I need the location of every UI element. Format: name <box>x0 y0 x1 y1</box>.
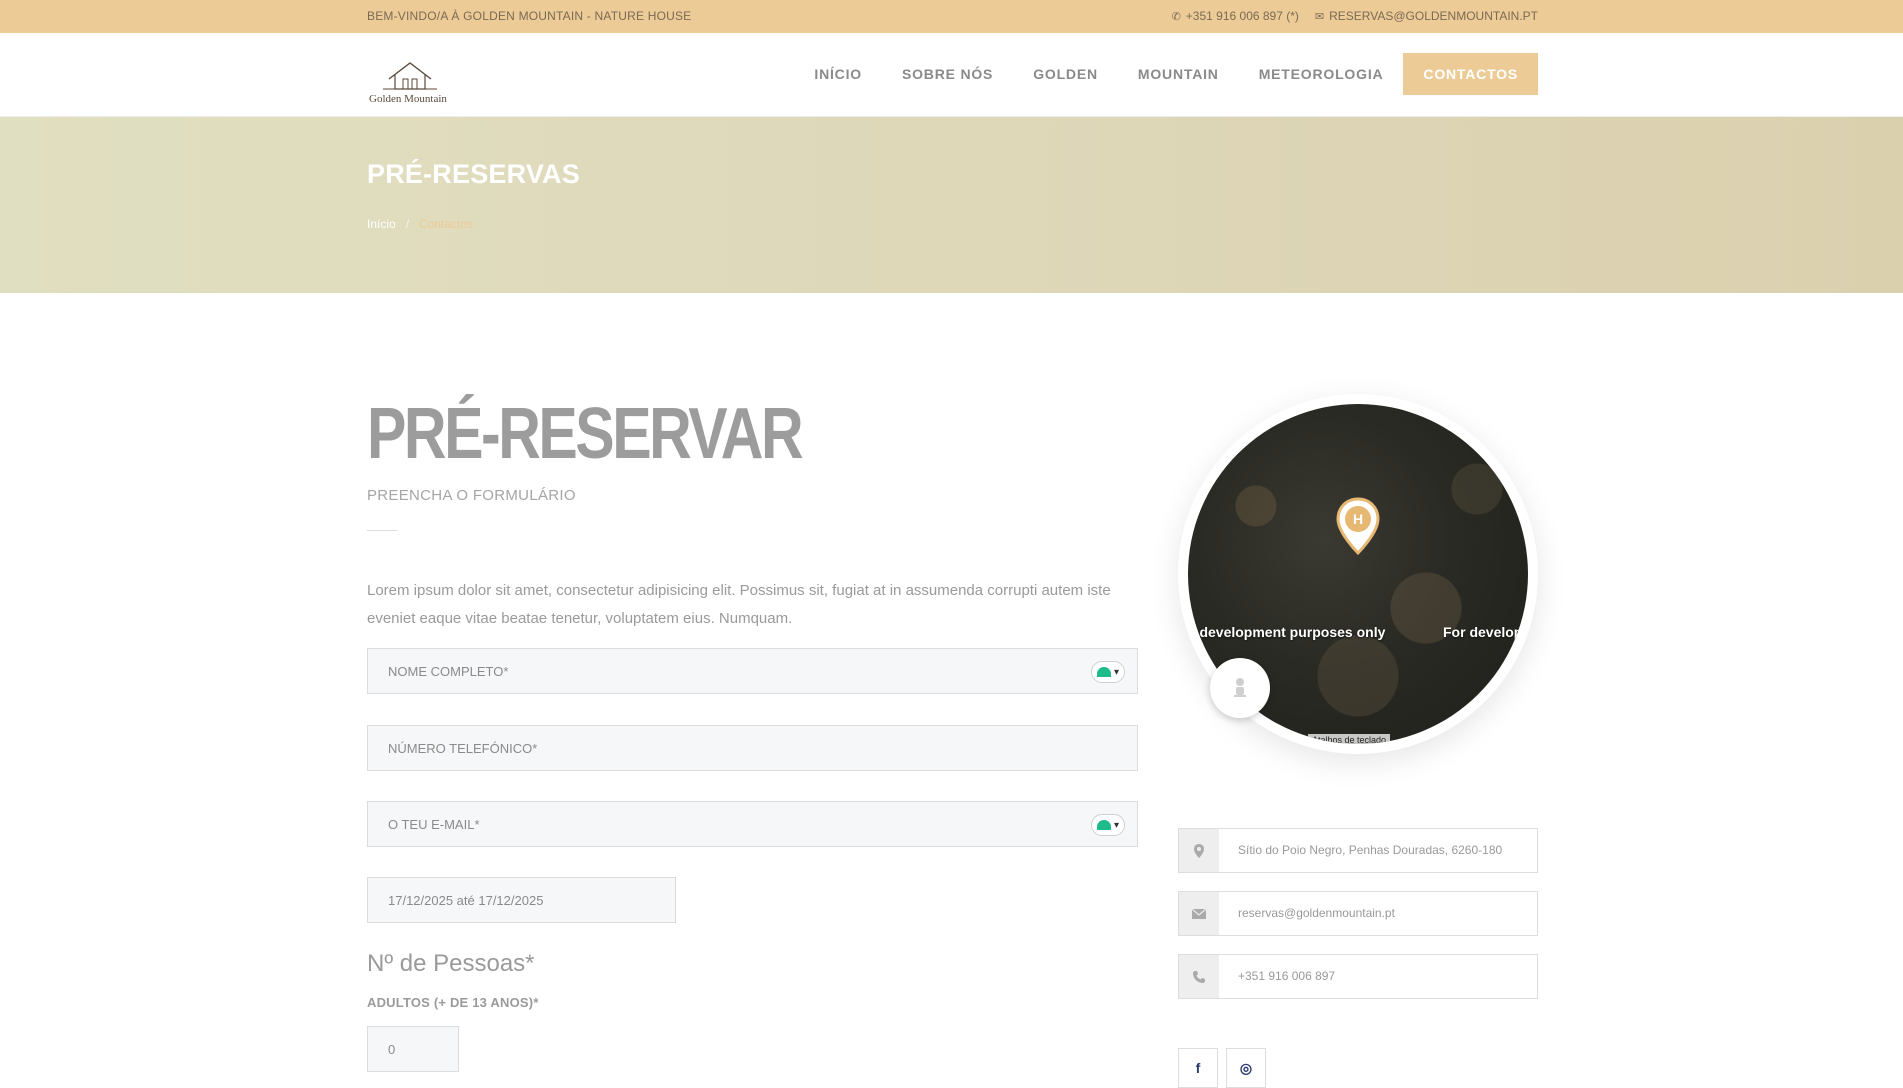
nav-golden[interactable]: GOLDEN <box>1013 53 1118 95</box>
street-view-button[interactable] <box>1210 658 1270 718</box>
form-intro: Lorem ipsum dolor sit amet, consectetur … <box>367 582 1111 627</box>
nav-meteorologia[interactable]: METEOROLOGIA <box>1239 53 1404 95</box>
form-title: PRÉ-RESERVAR <box>367 394 804 474</box>
envelope-icon <box>1179 892 1219 935</box>
page-title: PRÉ-RESERVAS <box>367 159 580 189</box>
main-nav: INÍCIO SOBRE NÓS GOLDEN MOUNTAIN METEORO… <box>794 53 1538 95</box>
map-dev-text: For development purposes only <box>1443 624 1528 640</box>
form-subtitle: PREENCHA O FORMULÁRIO <box>367 487 576 504</box>
top-bar: BEM-VINDO/A À GOLDEN MOUNTAIN - NATURE H… <box>0 0 1903 33</box>
top-contact-info: ✆ +351 916 006 897 (*) ✉ RESERVAS@GOLDENMO… <box>1172 9 1538 23</box>
site-logo[interactable]: Golden Mountain <box>367 57 453 109</box>
facebook-icon[interactable]: f <box>1178 1048 1218 1088</box>
phone-input[interactable] <box>368 726 1137 770</box>
email-row: reservas@goldenmountain.pt <box>1178 891 1538 936</box>
phone-field <box>367 725 1138 771</box>
breadcrumb-separator: / <box>405 217 410 231</box>
facebook-glyph: f <box>1195 1060 1201 1076</box>
phone-row: +351 916 006 897 <box>1178 954 1538 999</box>
dates-field <box>367 877 676 923</box>
map-pin-icon[interactable]: H <box>1335 497 1381 557</box>
phone-icon <box>1179 955 1219 998</box>
map-container: H For development purposes only For deve… <box>1178 394 1538 754</box>
email-text[interactable]: reservas@goldenmountain.pt <box>1219 892 1537 935</box>
title-divider <box>367 530 397 531</box>
adults-label: ADULTOS (+ DE 13 ANOS)* <box>367 995 539 1010</box>
pin-letter: H <box>1353 511 1363 527</box>
address-text: Sítio do Poio Negro, Penhas Douradas, 62… <box>1238 843 1503 857</box>
email-input[interactable] <box>368 802 1137 846</box>
people-heading: Nº de Pessoas* <box>367 950 535 977</box>
email-field: ▾ <box>367 801 1138 847</box>
adults-field <box>367 1026 459 1072</box>
pegman-icon <box>1234 678 1246 697</box>
map-marker-icon <box>1179 829 1219 872</box>
nav-inicio[interactable]: INÍCIO <box>794 53 882 95</box>
instagram-glyph: ◎ <box>1239 1059 1253 1076</box>
map-keyboard-shortcuts[interactable]: Atalhos de teclado <box>1308 734 1391 744</box>
autofill-extension-icon[interactable]: ▾ <box>1091 661 1125 683</box>
top-phone-text: +351 916 006 897 (*) <box>1185 9 1299 23</box>
top-email[interactable]: ✉ RESERVAS@GOLDENMOUNTAIN.PT <box>1315 9 1538 23</box>
address-row: Sítio do Poio Negro, Penhas Douradas, 62… <box>1178 828 1538 873</box>
dates-input[interactable] <box>368 878 675 922</box>
breadcrumb-home[interactable]: Início <box>367 217 396 231</box>
nav-sobre-nos[interactable]: SOBRE NÓS <box>882 53 1013 95</box>
page-hero: PRÉ-RESERVAS Início / Contactos <box>0 117 1903 293</box>
breadcrumb-current: Contactos <box>419 217 474 231</box>
autofill-extension-icon[interactable]: ▾ <box>1091 814 1125 836</box>
logo-text: Golden Mountain <box>369 93 447 105</box>
map-dev-text: For development purposes only <box>1188 624 1386 640</box>
nav-mountain[interactable]: MOUNTAIN <box>1118 53 1239 95</box>
welcome-text: BEM-VINDO/A À GOLDEN MOUNTAIN - NATURE H… <box>367 9 692 23</box>
nav-contactos[interactable]: CONTACTOS <box>1403 53 1538 95</box>
house-logo-icon <box>383 62 437 90</box>
phone-icon: ✆ <box>1171 11 1181 23</box>
envelope-icon: ✉ <box>1314 11 1325 23</box>
phone-text[interactable]: +351 916 006 897 <box>1219 955 1537 998</box>
breadcrumb: Início / Contactos <box>367 217 473 231</box>
adults-input[interactable] <box>368 1027 458 1071</box>
name-field: ▾ <box>367 648 1138 694</box>
instagram-icon[interactable]: ◎ <box>1226 1048 1266 1088</box>
main-navbar: Golden Mountain INÍCIO SOBRE NÓS GOLDEN … <box>0 33 1903 117</box>
top-phone[interactable]: ✆ +351 916 006 897 (*) <box>1172 9 1299 23</box>
name-input[interactable] <box>368 649 1137 693</box>
top-email-text: RESERVAS@GOLDENMOUNTAIN.PT <box>1329 9 1538 23</box>
